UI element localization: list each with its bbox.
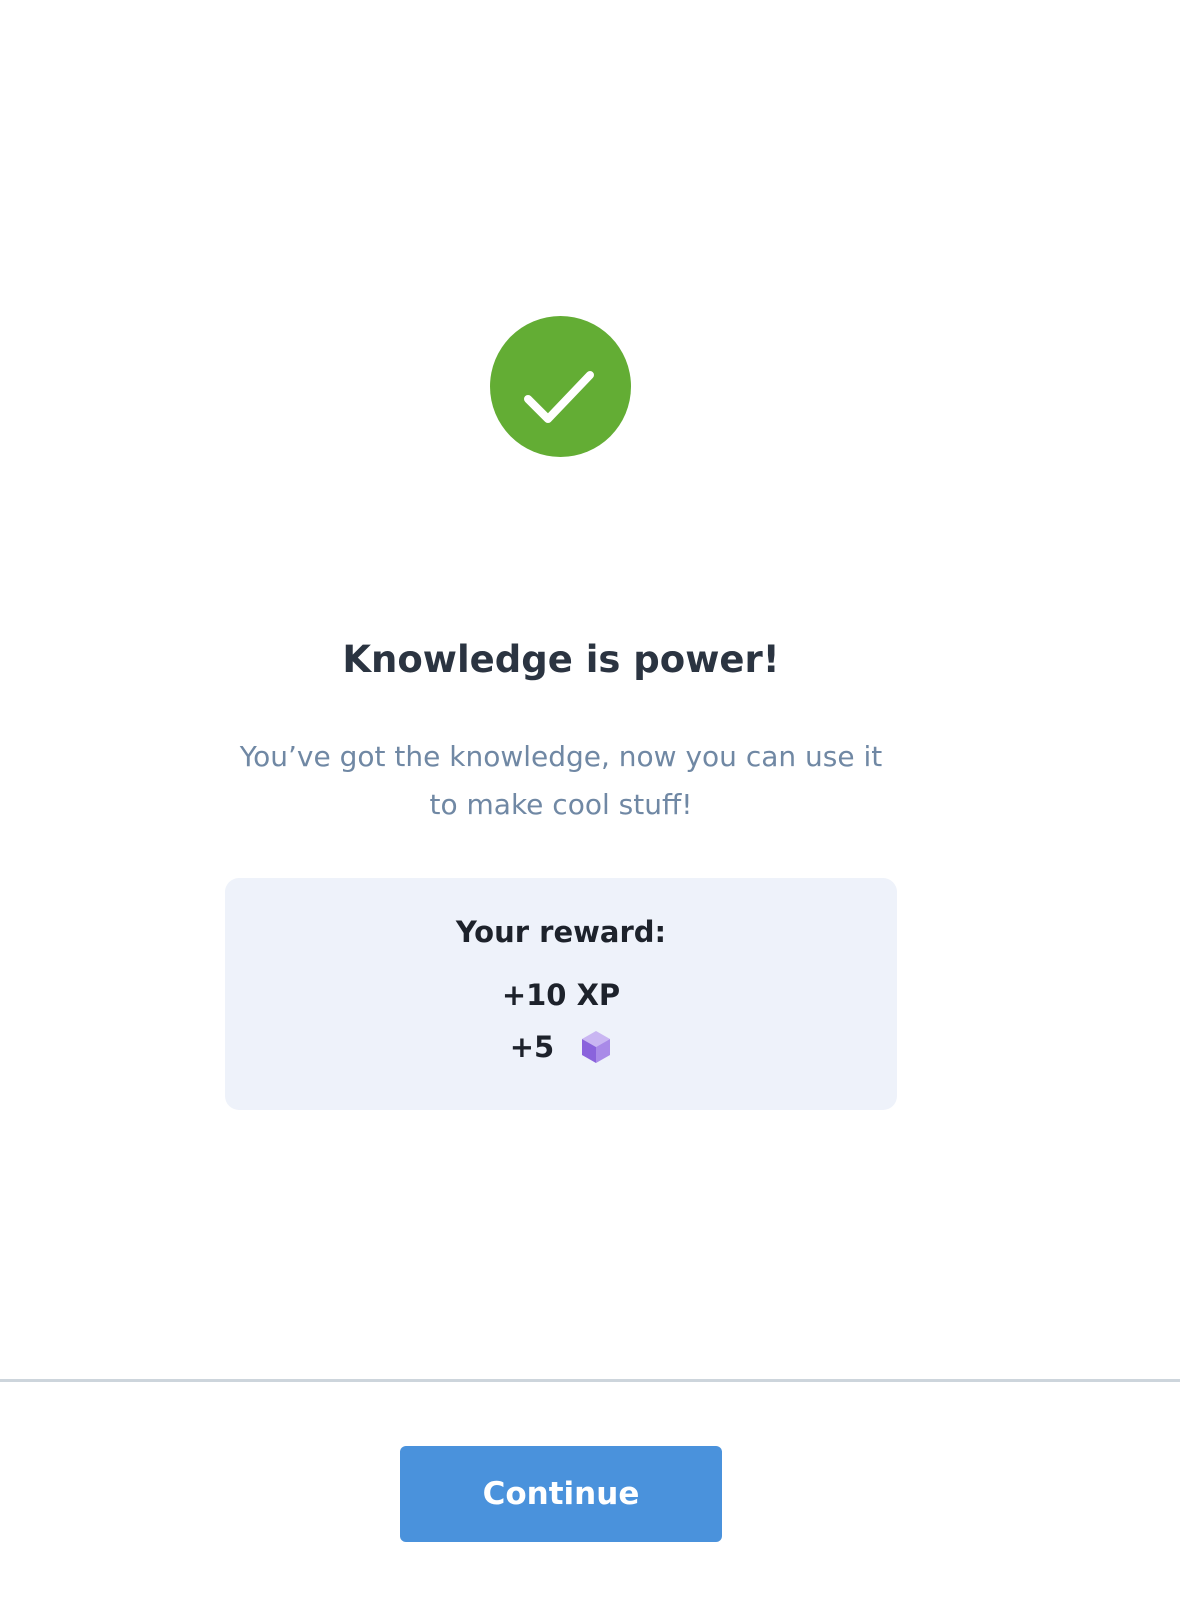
reward-gems: +5: [225, 1027, 897, 1067]
result-message: You’ve got the knowledge, now you can us…: [239, 740, 883, 821]
reward-label: Your reward:: [455, 915, 667, 949]
footer-divider: [0, 1379, 1180, 1382]
reward-gems-amount: +5: [509, 1030, 555, 1064]
success-check-icon: [490, 316, 631, 457]
reward-card: Your reward: +10 XP +5: [225, 878, 897, 1110]
continue-button[interactable]: Continue: [400, 1446, 722, 1542]
result-title: Knowledge is power!: [342, 638, 780, 681]
reward-xp: +10 XP: [501, 978, 621, 1012]
gem-icon: [580, 1029, 612, 1065]
check-icon: [524, 371, 594, 423]
